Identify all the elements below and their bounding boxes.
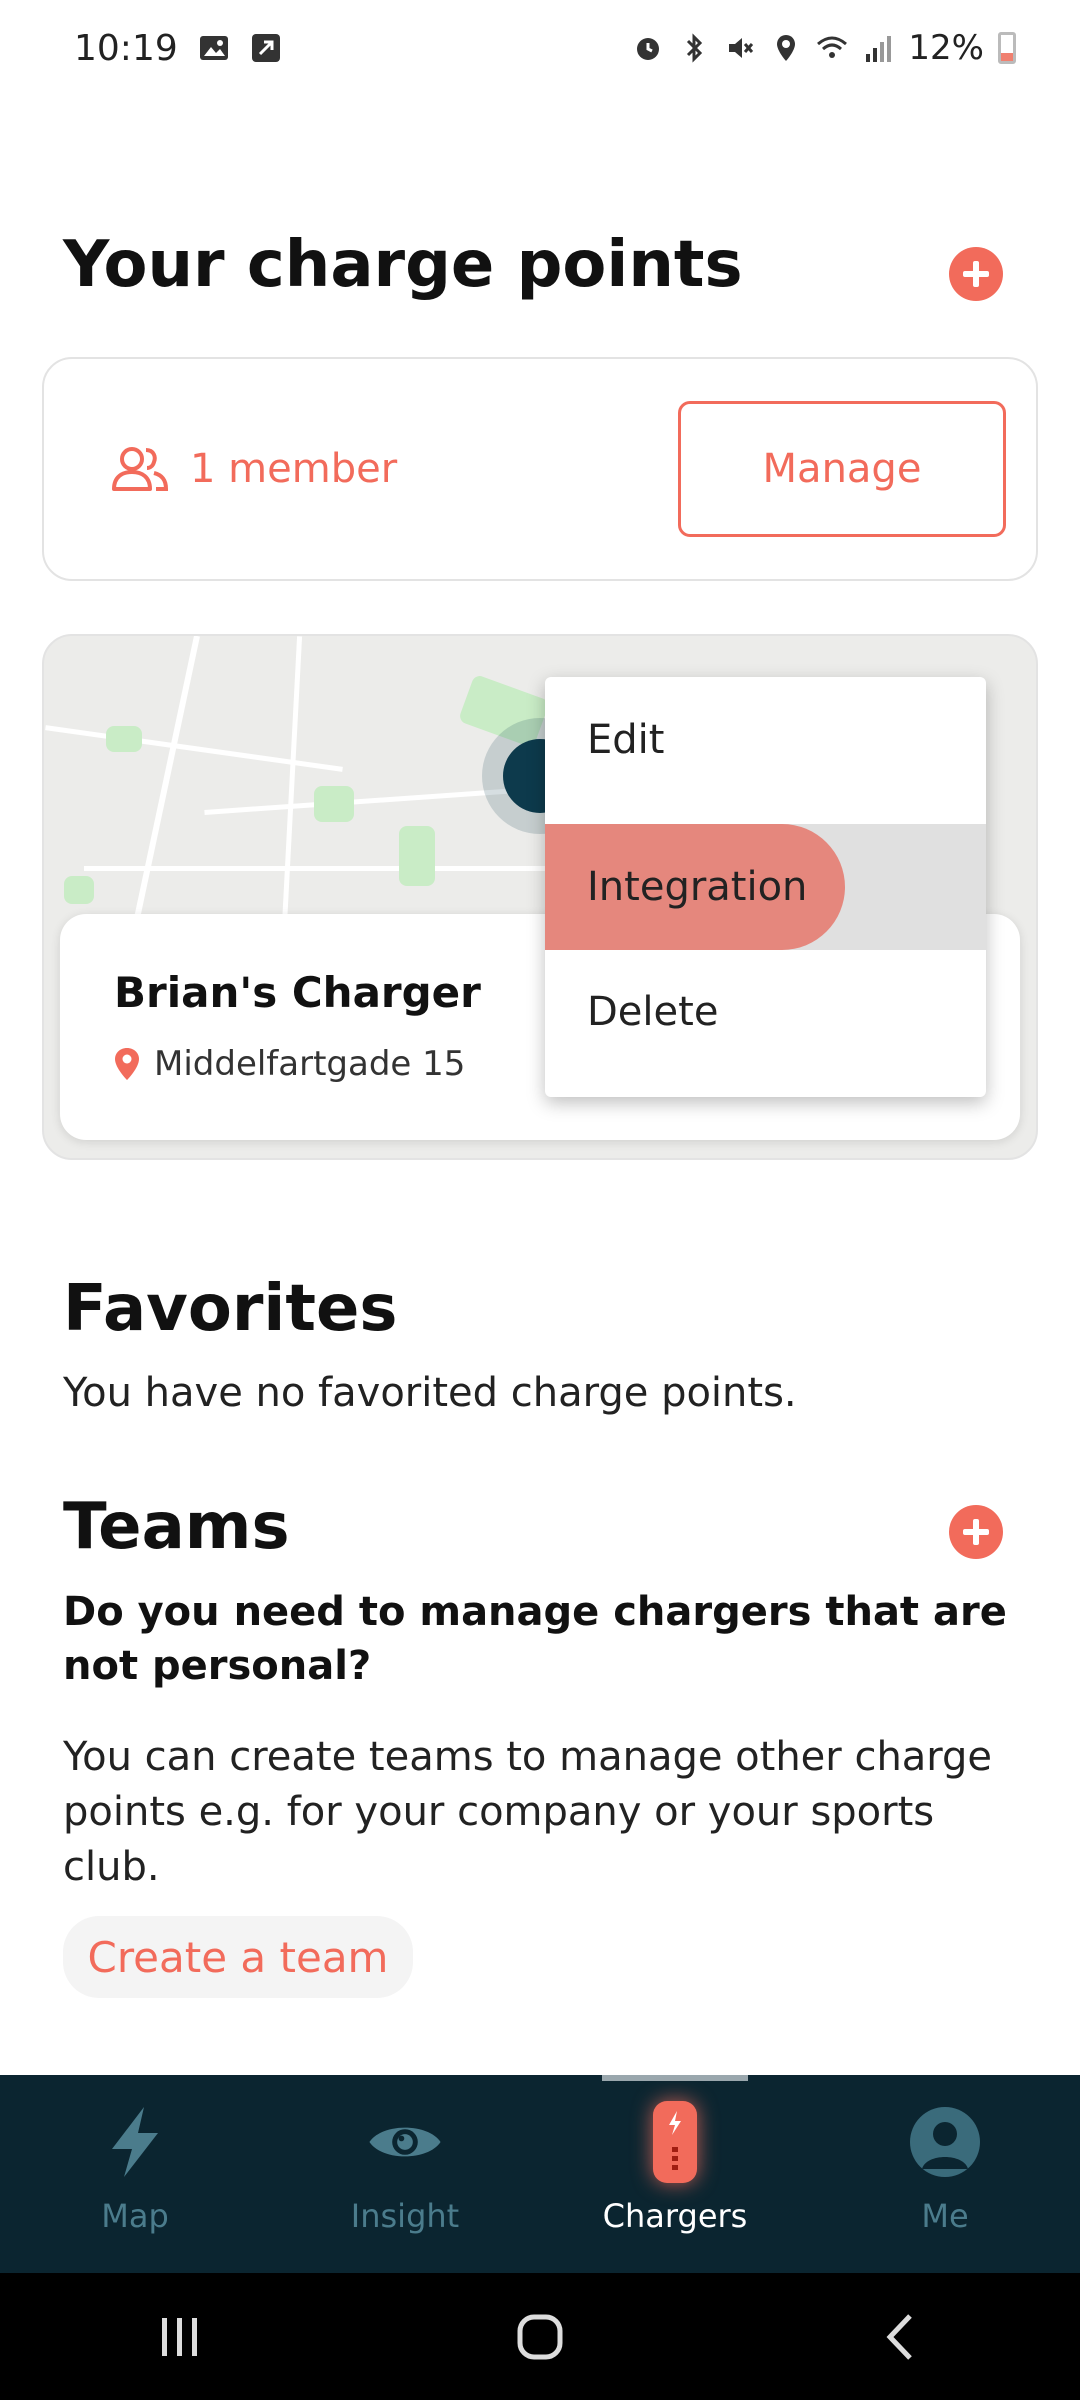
add-team-button[interactable] xyxy=(949,1505,1003,1559)
favorites-empty-text: You have no favorited charge points. xyxy=(63,1370,797,1416)
charge-points-title: Your charge points xyxy=(63,228,743,302)
teams-title: Teams xyxy=(63,1490,290,1564)
members-count: 1 member xyxy=(190,446,398,492)
charger-device-icon xyxy=(653,2101,697,2183)
teams-description: You can create teams to manage other cha… xyxy=(63,1734,993,1890)
favorites-title: Favorites xyxy=(63,1272,398,1346)
charger-address-row: Middelfartgade 15 xyxy=(114,1044,465,1084)
nav-insight[interactable]: Insight xyxy=(270,2075,540,2273)
menu-item-integration[interactable]: Integration xyxy=(545,824,986,950)
mute-icon xyxy=(729,38,754,58)
nav-me-label: Me xyxy=(921,2197,969,2235)
gallery-notification-icon xyxy=(199,36,228,60)
link-notification-icon xyxy=(251,34,280,62)
user-avatar-icon xyxy=(910,2107,980,2177)
home-button[interactable] xyxy=(500,2307,580,2367)
status-time: 10:19 xyxy=(74,27,178,69)
add-charge-point-button[interactable] xyxy=(949,247,1003,301)
menu-item-delete[interactable]: Delete xyxy=(545,949,986,1075)
members-card: 1 member Manage xyxy=(42,357,1038,581)
status-bar: 10:19 12% xyxy=(0,0,1080,96)
charger-name: Brian's Charger xyxy=(114,968,481,1017)
teams-question: Do you need to manage chargers that are … xyxy=(63,1589,1007,1689)
battery-icon xyxy=(998,32,1016,64)
charger-address: Middelfartgade 15 xyxy=(154,1044,466,1084)
back-icon xyxy=(886,2313,912,2360)
nav-me[interactable]: Me xyxy=(810,2075,1080,2273)
bluetooth-icon xyxy=(687,33,703,63)
charger-context-menu: Edit Integration Delete xyxy=(545,677,986,1097)
menu-item-delete-label: Delete xyxy=(587,989,719,1035)
members-info[interactable]: 1 member xyxy=(110,445,397,493)
lightning-icon xyxy=(112,2107,158,2177)
alarm-icon xyxy=(637,38,660,60)
menu-item-edit[interactable]: Edit xyxy=(545,677,986,803)
nav-chargers[interactable]: Chargers xyxy=(540,2075,810,2273)
members-icon xyxy=(112,447,169,491)
location-pin-icon xyxy=(115,1048,139,1080)
menu-item-integration-label: Integration xyxy=(587,864,808,910)
location-icon xyxy=(777,35,796,61)
menu-item-edit-label: Edit xyxy=(587,717,665,763)
create-team-button[interactable]: Create a team xyxy=(63,1916,413,1998)
eye-icon xyxy=(369,2127,441,2157)
recent-apps-icon xyxy=(162,2317,197,2356)
nav-chargers-label: Chargers xyxy=(602,2197,748,2235)
home-icon xyxy=(517,2314,563,2359)
nav-map[interactable]: Map xyxy=(0,2075,270,2273)
signal-icon xyxy=(866,36,892,62)
wifi-icon xyxy=(817,36,848,58)
manage-button[interactable]: Manage xyxy=(678,401,1006,537)
bottom-navigation: Map Insight Chargers Me xyxy=(0,2075,1080,2273)
recent-apps-button[interactable] xyxy=(140,2307,220,2367)
back-button[interactable] xyxy=(860,2307,940,2367)
nav-insight-label: Insight xyxy=(350,2197,460,2235)
system-navigation-bar xyxy=(0,2273,1080,2400)
battery-percent: 12% xyxy=(908,28,984,68)
nav-map-label: Map xyxy=(101,2197,169,2235)
